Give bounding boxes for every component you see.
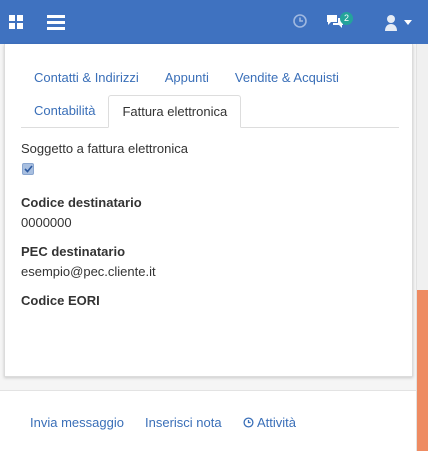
activity-label: Attività <box>257 415 297 430</box>
tabs-row-1: Contatti & Indirizzi Appunti Vendite & A… <box>21 62 399 94</box>
clock-icon[interactable] <box>292 13 308 29</box>
messages-badge: 2 <box>340 12 353 25</box>
activity-button[interactable]: Attività <box>243 415 296 430</box>
partner-form-card: Contatti & Indirizzi Appunti Vendite & A… <box>4 44 413 377</box>
tab-notes[interactable]: Appunti <box>152 62 222 94</box>
pec-label: PEC destinatario <box>21 244 126 259</box>
einvoice-label: Soggetto a fattura elettronica <box>21 141 188 156</box>
tab-contacts-addresses[interactable]: Contatti & Indirizzi <box>21 62 152 94</box>
user-avatar-icon[interactable] <box>384 13 398 33</box>
hamburger-menu-icon[interactable] <box>47 14 65 30</box>
chatter-actions: Invia messaggio Inserisci nota Attività <box>0 390 416 451</box>
pec-value[interactable]: esempio@pec.cliente.it <box>21 264 156 279</box>
chevron-down-icon[interactable] <box>404 20 412 26</box>
eori-label: Codice EORI <box>21 293 100 308</box>
scrollbar[interactable] <box>416 44 428 451</box>
recipient-code-label: Codice destinatario <box>21 195 142 210</box>
tabs-row-2: Contabilità Fattura elettronica <box>21 95 399 128</box>
log-note-button[interactable]: Inserisci nota <box>145 415 222 430</box>
einvoice-checkbox[interactable] <box>22 163 34 175</box>
clock-icon <box>243 417 254 428</box>
tab-accounting[interactable]: Contabilità <box>21 95 108 127</box>
top-navbar: 2 <box>0 0 428 44</box>
tab-electronic-invoice[interactable]: Fattura elettronica <box>108 95 242 128</box>
scrollbar-thumb[interactable] <box>417 290 428 451</box>
recipient-code-value[interactable]: 0000000 <box>21 215 72 230</box>
apps-grid-icon[interactable] <box>9 15 23 29</box>
tab-sales-purchases[interactable]: Vendite & Acquisti <box>222 62 352 94</box>
send-message-button[interactable]: Invia messaggio <box>30 415 124 430</box>
